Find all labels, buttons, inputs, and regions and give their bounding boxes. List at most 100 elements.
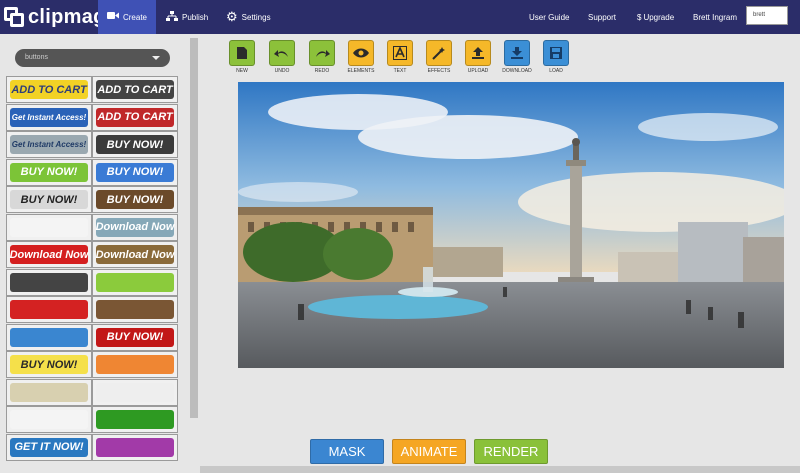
button-template-preview — [96, 355, 174, 374]
sitemap-icon — [166, 10, 178, 24]
text-icon — [387, 40, 413, 66]
button-template-preview: ADD TO CART — [10, 80, 88, 99]
button-template[interactable]: Download Now — [92, 213, 178, 241]
button-template[interactable] — [92, 406, 178, 433]
tool-load[interactable]: LOAD — [539, 40, 573, 74]
nav-support[interactable]: Support — [588, 0, 616, 34]
tool-redo[interactable]: REDO — [305, 40, 339, 74]
tool-download[interactable]: DOWNLOAD — [500, 40, 534, 74]
button-template[interactable] — [6, 268, 92, 296]
chevron-down-icon — [152, 56, 160, 60]
nav-support-label: Support — [588, 12, 617, 22]
button-template-preview: BUY NOW! — [96, 162, 174, 182]
nav-create[interactable]: Create — [98, 0, 156, 34]
button-template-preview — [10, 217, 88, 237]
button-template-label: GET IT NOW! — [14, 441, 84, 453]
button-template[interactable]: Download Now — [6, 241, 92, 268]
canvas-image[interactable] — [238, 82, 784, 368]
button-template[interactable] — [6, 213, 92, 241]
user-name[interactable]: Brett Ingram — [693, 0, 737, 34]
button-template[interactable]: ADD TO CART — [92, 103, 178, 131]
button-template[interactable] — [6, 378, 92, 406]
button-template-preview: BUY NOW! — [96, 327, 174, 347]
nav-user-guide-label: User Guide — [529, 12, 570, 22]
undo-icon — [269, 40, 295, 66]
tool-elements[interactable]: ELEMENTS — [344, 40, 378, 74]
button-template-preview: ADD TO CART — [96, 80, 174, 99]
button-template[interactable] — [6, 406, 92, 433]
button-template[interactable]: ADD TO CART — [6, 76, 92, 103]
button-template[interactable]: BUY NOW! — [92, 323, 178, 351]
button-template-preview — [96, 410, 174, 429]
tool-undo[interactable]: UNDO — [265, 40, 299, 74]
button-template[interactable]: BUY NOW! — [92, 158, 178, 186]
button-template-label: BUY NOW! — [106, 138, 164, 151]
tool-label: REDO — [314, 68, 330, 74]
button-template-preview: Get Instant Access! — [10, 135, 88, 154]
nav-settings-label: Settings — [241, 12, 271, 22]
video-camera-icon — [106, 11, 119, 23]
tool-effects[interactable]: EFFECTS — [422, 40, 456, 74]
nav-create-label: Create — [122, 12, 147, 22]
button-template[interactable]: BUY NOW! — [92, 131, 178, 158]
new-file-icon — [229, 40, 255, 66]
animate-button[interactable]: ANIMATE — [392, 439, 466, 464]
button-template[interactable]: GET IT NOW! — [6, 433, 92, 461]
button-template-preview: Download Now — [96, 245, 174, 264]
button-template-preview: GET IT NOW! — [10, 437, 88, 457]
horizontal-scrollbar[interactable] — [200, 466, 800, 473]
button-template-label: Download Now — [95, 248, 175, 261]
button-template[interactable]: Get Instant Access! — [6, 103, 92, 131]
button-template-preview: BUY NOW! — [10, 162, 88, 182]
button-template-preview: BUY NOW! — [96, 135, 174, 154]
button-template-label: ADD TO CART — [97, 111, 173, 123]
nav-settings[interactable]: ⚙ Settings — [226, 0, 271, 34]
category-dropdown[interactable]: buttons — [15, 49, 170, 67]
button-template[interactable] — [92, 296, 178, 323]
tool-text[interactable]: TEXT — [383, 40, 417, 74]
button-template[interactable]: BUY NOW! — [6, 158, 92, 186]
button-template-label: BUY NOW! — [20, 358, 78, 371]
button-template[interactable] — [92, 433, 178, 461]
tool-label: ELEMENTS — [347, 68, 375, 74]
tool-label: NEW — [236, 68, 248, 74]
button-template-label: Get Instant Access! — [11, 112, 87, 122]
render-button[interactable]: RENDER — [474, 439, 548, 464]
button-template[interactable]: BUY NOW! — [6, 186, 92, 213]
nav-publish[interactable]: Publish — [166, 0, 208, 34]
nav-user-guide[interactable]: User Guide — [529, 0, 569, 34]
button-template-label: BUY NOW! — [106, 331, 164, 343]
button-template[interactable] — [92, 268, 178, 296]
tool-new[interactable]: NEW — [225, 40, 259, 74]
button-template-preview: BUY NOW! — [10, 190, 88, 209]
button-template[interactable] — [6, 296, 92, 323]
button-template-preview — [96, 300, 174, 319]
mask-button[interactable]: MASK — [310, 439, 384, 464]
dollar-icon: $ — [637, 12, 642, 22]
download-icon — [504, 40, 530, 66]
button-template-label: ADD TO CART — [11, 83, 87, 96]
button-template-preview — [96, 437, 174, 457]
magic-wand-icon — [426, 40, 452, 66]
button-template[interactable] — [92, 378, 178, 406]
button-template-label: BUY NOW! — [20, 166, 78, 178]
nav-upgrade[interactable]: $ Upgrade — [637, 0, 674, 34]
button-template[interactable]: BUY NOW! — [92, 186, 178, 213]
button-template[interactable]: Download Now — [92, 241, 178, 268]
button-template-label: BUY NOW! — [20, 193, 78, 206]
user-select[interactable]: brett — [746, 6, 788, 25]
button-template[interactable] — [6, 323, 92, 351]
tool-upload[interactable]: UPLOAD — [461, 40, 495, 74]
button-template[interactable]: Get Instant Access! — [6, 131, 92, 158]
button-template-label: ADD TO CART — [97, 83, 173, 96]
tool-label: EFFECTS — [427, 68, 451, 74]
button-template[interactable] — [92, 351, 178, 378]
button-template[interactable]: ADD TO CART — [92, 76, 178, 103]
nav-publish-label: Publish — [182, 12, 209, 22]
gear-icon: ⚙ — [226, 9, 238, 24]
tool-label: TEXT — [393, 68, 407, 74]
button-template[interactable]: BUY NOW! — [6, 351, 92, 378]
sidebar-scrollbar[interactable] — [190, 38, 198, 418]
button-template-label: Download Now — [9, 248, 89, 261]
button-template-preview: ADD TO CART — [96, 107, 174, 127]
